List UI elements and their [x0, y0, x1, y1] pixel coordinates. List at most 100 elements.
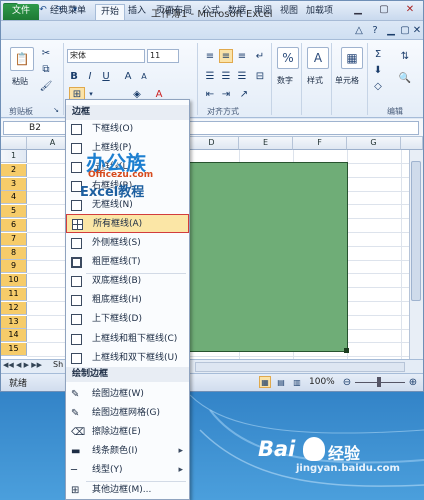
row-header[interactable]: 4: [1, 191, 27, 205]
align-top-icon[interactable]: ≡: [203, 49, 217, 63]
doc-close-icon[interactable]: ✕: [411, 24, 423, 36]
menu-item-border-thick-box[interactable]: 粗匣框线(T): [66, 253, 189, 272]
doc-minimize-icon[interactable]: ▁: [385, 24, 397, 36]
cells-label[interactable]: 单元格: [335, 75, 359, 86]
column-header[interactable]: E: [239, 137, 293, 150]
row-header[interactable]: 14: [1, 329, 27, 343]
menu-item-line-style[interactable]: ─ 线型(Y) ▸: [66, 461, 189, 480]
number-label[interactable]: 数字: [277, 75, 293, 86]
tab-insert[interactable]: 插入: [123, 4, 151, 20]
menu-item-border-bottom[interactable]: 下框线(O): [66, 120, 189, 139]
paste-label[interactable]: 粘贴: [12, 76, 28, 87]
menu-item-eraser[interactable]: ⌫ 擦除边框(E): [66, 423, 189, 442]
menu-item-border-double-bottom[interactable]: 双底框线(B): [66, 272, 189, 291]
horizontal-scrollbar[interactable]: [195, 362, 405, 372]
row-header[interactable]: 8: [1, 246, 27, 260]
decrease-indent-icon[interactable]: ⇤: [203, 87, 217, 101]
merge-center-icon[interactable]: ⊟: [253, 69, 267, 83]
format-painter-icon[interactable]: 🖌: [39, 80, 53, 92]
column-header[interactable]: [401, 137, 423, 150]
menu-item-more-borders[interactable]: ⊞ 其他边框(M)...: [66, 481, 189, 500]
align-center-icon[interactable]: ☰: [219, 69, 233, 83]
autosum-icon[interactable]: Σ: [371, 47, 385, 61]
row-header[interactable]: 15: [1, 343, 27, 357]
name-box[interactable]: B2: [3, 121, 67, 135]
fill-icon[interactable]: ⬇: [371, 63, 385, 77]
clipboard-launcher-icon[interactable]: ↘: [51, 105, 61, 115]
menu-item-border-top-bottom[interactable]: 上下框线(D): [66, 310, 189, 329]
bold-icon[interactable]: B: [67, 69, 81, 83]
tab-formulas[interactable]: 公式: [197, 4, 225, 20]
normal-view-icon[interactable]: ▦: [259, 376, 271, 388]
italic-icon[interactable]: I: [83, 69, 97, 83]
align-bottom-icon[interactable]: ≡: [235, 49, 249, 63]
decrease-font-icon[interactable]: A: [137, 69, 151, 83]
cut-icon[interactable]: ✂: [39, 47, 53, 59]
row-header[interactable]: 3: [1, 177, 27, 191]
increase-indent-icon[interactable]: ⇥: [219, 87, 233, 101]
sheet-nav-icons[interactable]: ◀◀ ◀ ▶ ▶▶: [3, 361, 42, 369]
row-header[interactable]: 9: [1, 260, 27, 274]
tab-file[interactable]: 文件: [3, 4, 40, 20]
tab-home[interactable]: 开始: [95, 4, 126, 20]
paste-icon[interactable]: 📋: [10, 47, 34, 71]
menu-item-border-top-thick-bottom[interactable]: 上框线和粗下框线(C): [66, 330, 189, 349]
select-all-corner[interactable]: [1, 137, 27, 150]
menu-item-grid-pencil[interactable]: ✎ 绘图边框网格(G): [66, 404, 189, 423]
minimize-ribbon-icon[interactable]: △: [353, 24, 365, 36]
minimize-button[interactable]: ▁: [345, 1, 371, 18]
zoom-in-icon[interactable]: ⊕: [407, 376, 419, 388]
menu-item-border-top-double-bottom[interactable]: 上框线和双下框线(U): [66, 349, 189, 368]
column-header[interactable]: F: [293, 137, 347, 150]
orientation-icon[interactable]: ↗: [237, 87, 251, 101]
align-right-icon[interactable]: ☰: [235, 69, 249, 83]
row-header[interactable]: 5: [1, 205, 27, 219]
tab-review[interactable]: 审阅: [249, 4, 277, 20]
sort-filter-icon[interactable]: ⇅: [395, 47, 415, 65]
zoom-slider-thumb[interactable]: [377, 377, 381, 387]
menu-item-pencil[interactable]: ✎ 绘图边框(W): [66, 385, 189, 404]
row-header[interactable]: 11: [1, 288, 27, 301]
tab-addins[interactable]: 加载项: [301, 4, 338, 20]
sheet-tab[interactable]: Sh: [53, 360, 63, 369]
align-left-icon[interactable]: ☰: [203, 69, 217, 83]
tab-page-layout[interactable]: 页面布局: [151, 4, 197, 20]
increase-font-icon[interactable]: A: [121, 69, 135, 83]
row-header[interactable]: 10: [1, 274, 27, 288]
menu-item-line-color[interactable]: ▬ 线条颜色(I) ▸: [66, 442, 189, 461]
fill-handle[interactable]: [344, 348, 349, 353]
row-header[interactable]: 12: [1, 301, 27, 315]
zoom-out-icon[interactable]: ⊖: [341, 376, 353, 388]
row-header[interactable]: 6: [1, 219, 27, 232]
tab-classic-menu[interactable]: 经典菜单: [45, 4, 91, 20]
column-header[interactable]: D: [185, 137, 239, 150]
wrap-text-icon[interactable]: ↵: [253, 49, 267, 63]
row-header[interactable]: 7: [1, 232, 27, 246]
copy-icon[interactable]: ⧉: [39, 63, 53, 75]
tab-data[interactable]: 数据: [223, 4, 251, 20]
column-header[interactable]: G: [347, 137, 401, 150]
clear-icon[interactable]: ◇: [371, 79, 385, 93]
styles-icon[interactable]: A: [307, 47, 329, 69]
page-layout-view-icon[interactable]: ▤: [275, 376, 287, 388]
menu-item-border-outside[interactable]: 外侧框线(S): [66, 234, 189, 253]
row-header[interactable]: 13: [1, 315, 27, 329]
row-header[interactable]: 1: [1, 150, 27, 163]
number-format-icon[interactable]: %: [277, 47, 299, 69]
help-icon[interactable]: ?: [369, 24, 381, 36]
row-header[interactable]: 2: [1, 163, 27, 177]
cells-icon[interactable]: ▦: [341, 47, 363, 69]
zoom-level[interactable]: 100%: [309, 377, 335, 387]
scrollbar-thumb[interactable]: [411, 161, 421, 301]
font-name-combo[interactable]: 宋体: [67, 49, 145, 63]
page-break-view-icon[interactable]: ▥: [291, 376, 303, 388]
maximize-button[interactable]: ▢: [371, 1, 397, 18]
menu-item-border-thick-bottom[interactable]: 粗底框线(H): [66, 291, 189, 310]
underline-icon[interactable]: U: [99, 69, 113, 83]
styles-label[interactable]: 样式: [307, 75, 323, 86]
font-size-combo[interactable]: 11: [147, 49, 179, 63]
tab-view[interactable]: 视图: [275, 4, 303, 20]
menu-item-border-all[interactable]: 所有框线(A): [66, 214, 189, 233]
find-select-icon[interactable]: 🔍: [395, 69, 415, 87]
doc-restore-icon[interactable]: ▢: [399, 24, 411, 36]
